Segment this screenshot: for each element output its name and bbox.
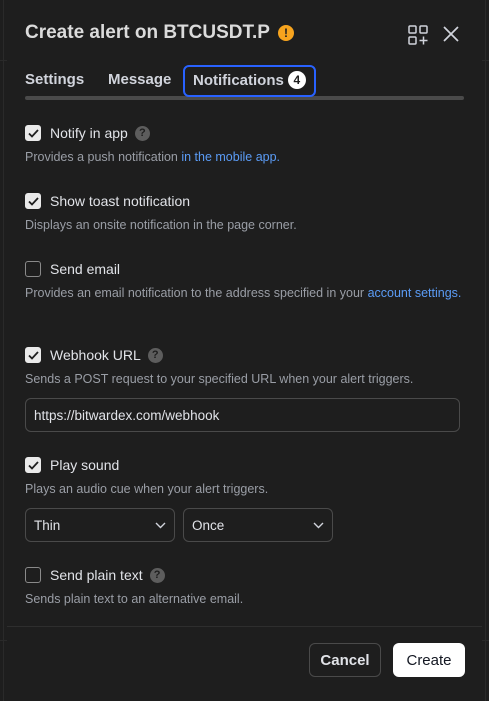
checkmark-icon	[27, 128, 39, 138]
notify-in-app-desc-text: Provides a push notification	[25, 150, 182, 164]
plain-text-description: Sends plain text to an alternative email…	[25, 592, 244, 606]
checkmark-icon	[27, 350, 39, 360]
option-webhook: Webhook URL ? Sends a POST request to yo…	[25, 344, 464, 388]
notify-in-app-label: Notify in app	[50, 125, 128, 141]
option-notify-in-app: Notify in app ? Provides a push notifica…	[25, 122, 464, 166]
repeat-select[interactable]: Once	[183, 508, 333, 542]
checkmark-icon	[27, 460, 39, 470]
add-widget-icon[interactable]	[407, 24, 429, 46]
chevron-down-icon	[155, 522, 166, 528]
repeat-select-value: Once	[192, 517, 225, 533]
mobile-app-link[interactable]: in the mobile app.	[181, 150, 280, 164]
checkmark-icon	[27, 196, 39, 206]
notifications-count-badge: 4	[287, 71, 306, 89]
warning-icon[interactable]: !	[277, 25, 294, 41]
play-sound-label: Play sound	[50, 457, 120, 473]
toast-checkbox[interactable]	[25, 193, 41, 209]
notify-in-app-checkbox[interactable]	[25, 125, 41, 141]
account-settings-link[interactable]: account settings.	[368, 286, 462, 300]
create-alert-dialog: Create alert on BTCUSDT.P ! Settings Mes…	[7, 0, 482, 701]
webhook-label: Webhook URL	[50, 347, 141, 363]
send-email-label: Send email	[50, 261, 121, 277]
plain-text-checkbox[interactable]	[25, 567, 41, 583]
option-toast: Show toast notification Displays an onsi…	[25, 190, 464, 234]
option-plain-text: Send plain text ? Sends plain text to an…	[25, 564, 464, 608]
webhook-description: Sends a POST request to your specified U…	[25, 372, 414, 386]
send-email-checkbox[interactable]	[25, 261, 41, 277]
cancel-button[interactable]: Cancel	[309, 643, 381, 677]
help-icon[interactable]: ?	[134, 125, 150, 141]
notify-in-app-description: Provides a push notification in the mobi…	[25, 148, 464, 166]
plain-text-label: Send plain text	[50, 567, 143, 583]
create-button[interactable]: Create	[393, 643, 465, 677]
tab-bar: Settings Message Notifications 4	[25, 65, 464, 102]
option-send-email: Send email Provides an email notificatio…	[25, 258, 464, 302]
tab-notifications-label: Notifications	[193, 72, 284, 89]
toast-label: Show toast notification	[50, 193, 191, 209]
webhook-url-input[interactable]	[25, 398, 460, 432]
toast-description: Displays an onsite notification in the p…	[25, 218, 297, 232]
tab-message[interactable]: Message	[108, 66, 171, 94]
play-sound-checkbox[interactable]	[25, 457, 41, 473]
send-email-desc-text: Provides an email notification to the ad…	[25, 286, 368, 300]
close-icon[interactable]	[442, 25, 460, 43]
play-sound-description: Plays an audio cue when your alert trigg…	[25, 482, 269, 496]
sound-select-value: Thin	[34, 517, 61, 533]
help-icon[interactable]: ?	[147, 347, 163, 363]
send-email-description: Provides an email notification to the ad…	[25, 284, 464, 302]
dialog-title-text: Create alert on BTCUSDT.P	[25, 22, 270, 43]
footer-divider	[7, 626, 482, 627]
help-icon[interactable]: ?	[149, 567, 165, 583]
option-play-sound: Play sound Plays an audio cue when your …	[25, 454, 464, 498]
chevron-down-icon	[313, 522, 324, 528]
tab-settings[interactable]: Settings	[25, 66, 84, 94]
webhook-checkbox[interactable]	[25, 347, 41, 363]
tab-notifications[interactable]: Notifications 4	[183, 65, 316, 97]
sound-select[interactable]: Thin	[25, 508, 175, 542]
dialog-title: Create alert on BTCUSDT.P !	[25, 22, 294, 44]
